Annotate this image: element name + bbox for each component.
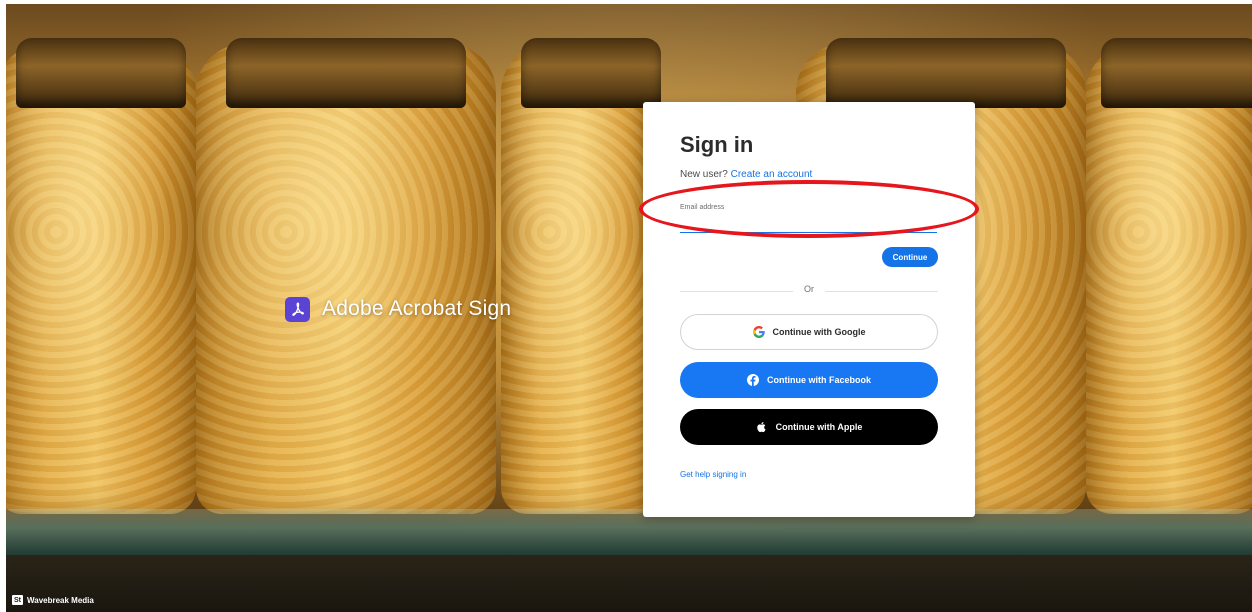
new-user-prompt: New user? Create an account [680, 169, 812, 180]
facebook-icon [746, 374, 759, 386]
honey-jar [501, 38, 661, 514]
new-user-text: New user? [680, 169, 728, 180]
brand-lockup: Adobe Acrobat Sign [285, 295, 511, 323]
signin-card: Sign in New user? Create an account Emai… [643, 102, 975, 517]
background-photo [6, 4, 1252, 612]
continue-button[interactable]: Continue [882, 247, 938, 267]
continue-with-apple-button[interactable]: Continue with Apple [680, 409, 938, 445]
photo-credit: St Wavebreak Media [12, 595, 94, 605]
glass-shelf [6, 509, 1252, 555]
page-title: Sign in [680, 132, 754, 157]
honey-jar [6, 38, 196, 514]
acrobat-logo-icon [285, 296, 310, 322]
create-account-link[interactable]: Create an account [731, 169, 813, 180]
honey-jar [196, 38, 496, 514]
annotation-highlight-ring [639, 180, 979, 238]
help-signing-in-link[interactable]: Get help signing in [680, 470, 746, 479]
stock-badge-icon: St [12, 595, 23, 605]
continue-with-facebook-button[interactable]: Continue with Facebook [680, 362, 938, 398]
honey-jar [1086, 38, 1252, 514]
or-text: Or [804, 284, 814, 294]
photo-credit-text: Wavebreak Media [27, 595, 94, 605]
facebook-button-label: Continue with Facebook [766, 375, 871, 385]
continue-with-google-button[interactable]: Continue with Google [680, 314, 938, 350]
google-button-label: Continue with Google [772, 327, 866, 337]
or-divider: Or [680, 284, 938, 298]
apple-button-label: Continue with Apple [775, 422, 863, 432]
google-g-icon [752, 326, 765, 338]
shelf-shadow [6, 555, 1252, 612]
brand-name: Adobe Acrobat Sign [322, 297, 512, 320]
apple-icon [756, 421, 768, 433]
